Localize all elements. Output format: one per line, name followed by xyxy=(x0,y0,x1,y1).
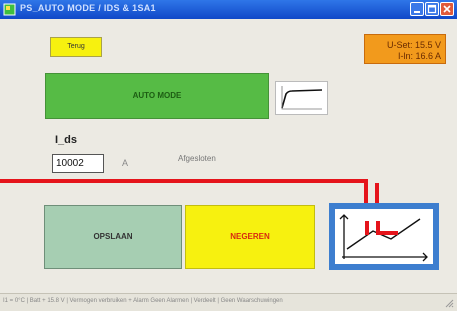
status-panel: U-Set: 15.5 V I-ln: 16.6 A xyxy=(364,34,446,64)
window-title: PS_AUTO MODE / IDS & 1SA1 xyxy=(20,3,156,13)
resize-grip-icon[interactable] xyxy=(444,298,454,308)
title-bar: PS_AUTO MODE / IDS & 1SA1 xyxy=(0,0,457,19)
close-icon xyxy=(443,5,451,13)
save-button[interactable]: OPSLAAN xyxy=(44,205,182,269)
back-button[interactable]: Terug xyxy=(50,37,102,57)
maximize-button[interactable] xyxy=(425,2,439,16)
status-bar-text: I1 = 0°C | Batt + 15.8 V | Vermogen verb… xyxy=(3,298,283,304)
ignore-button[interactable]: NEGEREN xyxy=(185,205,315,269)
status-current: I-ln: 16.6 A xyxy=(397,51,441,61)
app-window: PS_AUTO MODE / IDS & 1SA1 Terug U-Set: 1… xyxy=(0,0,457,311)
minimize-icon xyxy=(414,11,420,13)
ids-unit: A xyxy=(122,158,129,168)
ids-input[interactable]: 10002 xyxy=(52,154,104,173)
app-icon xyxy=(3,3,16,16)
chart-button[interactable] xyxy=(329,203,439,270)
auto-mode-button[interactable]: AUTO MODE xyxy=(45,73,269,119)
wire-horizontal-left xyxy=(0,179,368,183)
curve-icon xyxy=(281,86,323,110)
close-button[interactable] xyxy=(440,2,454,16)
ids-label: I_ds xyxy=(55,134,78,146)
status-bar: I1 = 0°C | Batt + 15.8 V | Vermogen verb… xyxy=(0,293,457,311)
minimize-button[interactable] xyxy=(410,2,424,16)
line-chart-icon xyxy=(339,214,428,262)
curve-button[interactable] xyxy=(275,81,328,115)
connection-state: Afgesloten xyxy=(178,154,216,163)
maximize-icon xyxy=(427,4,437,14)
status-voltage: U-Set: 15.5 V xyxy=(386,40,441,50)
